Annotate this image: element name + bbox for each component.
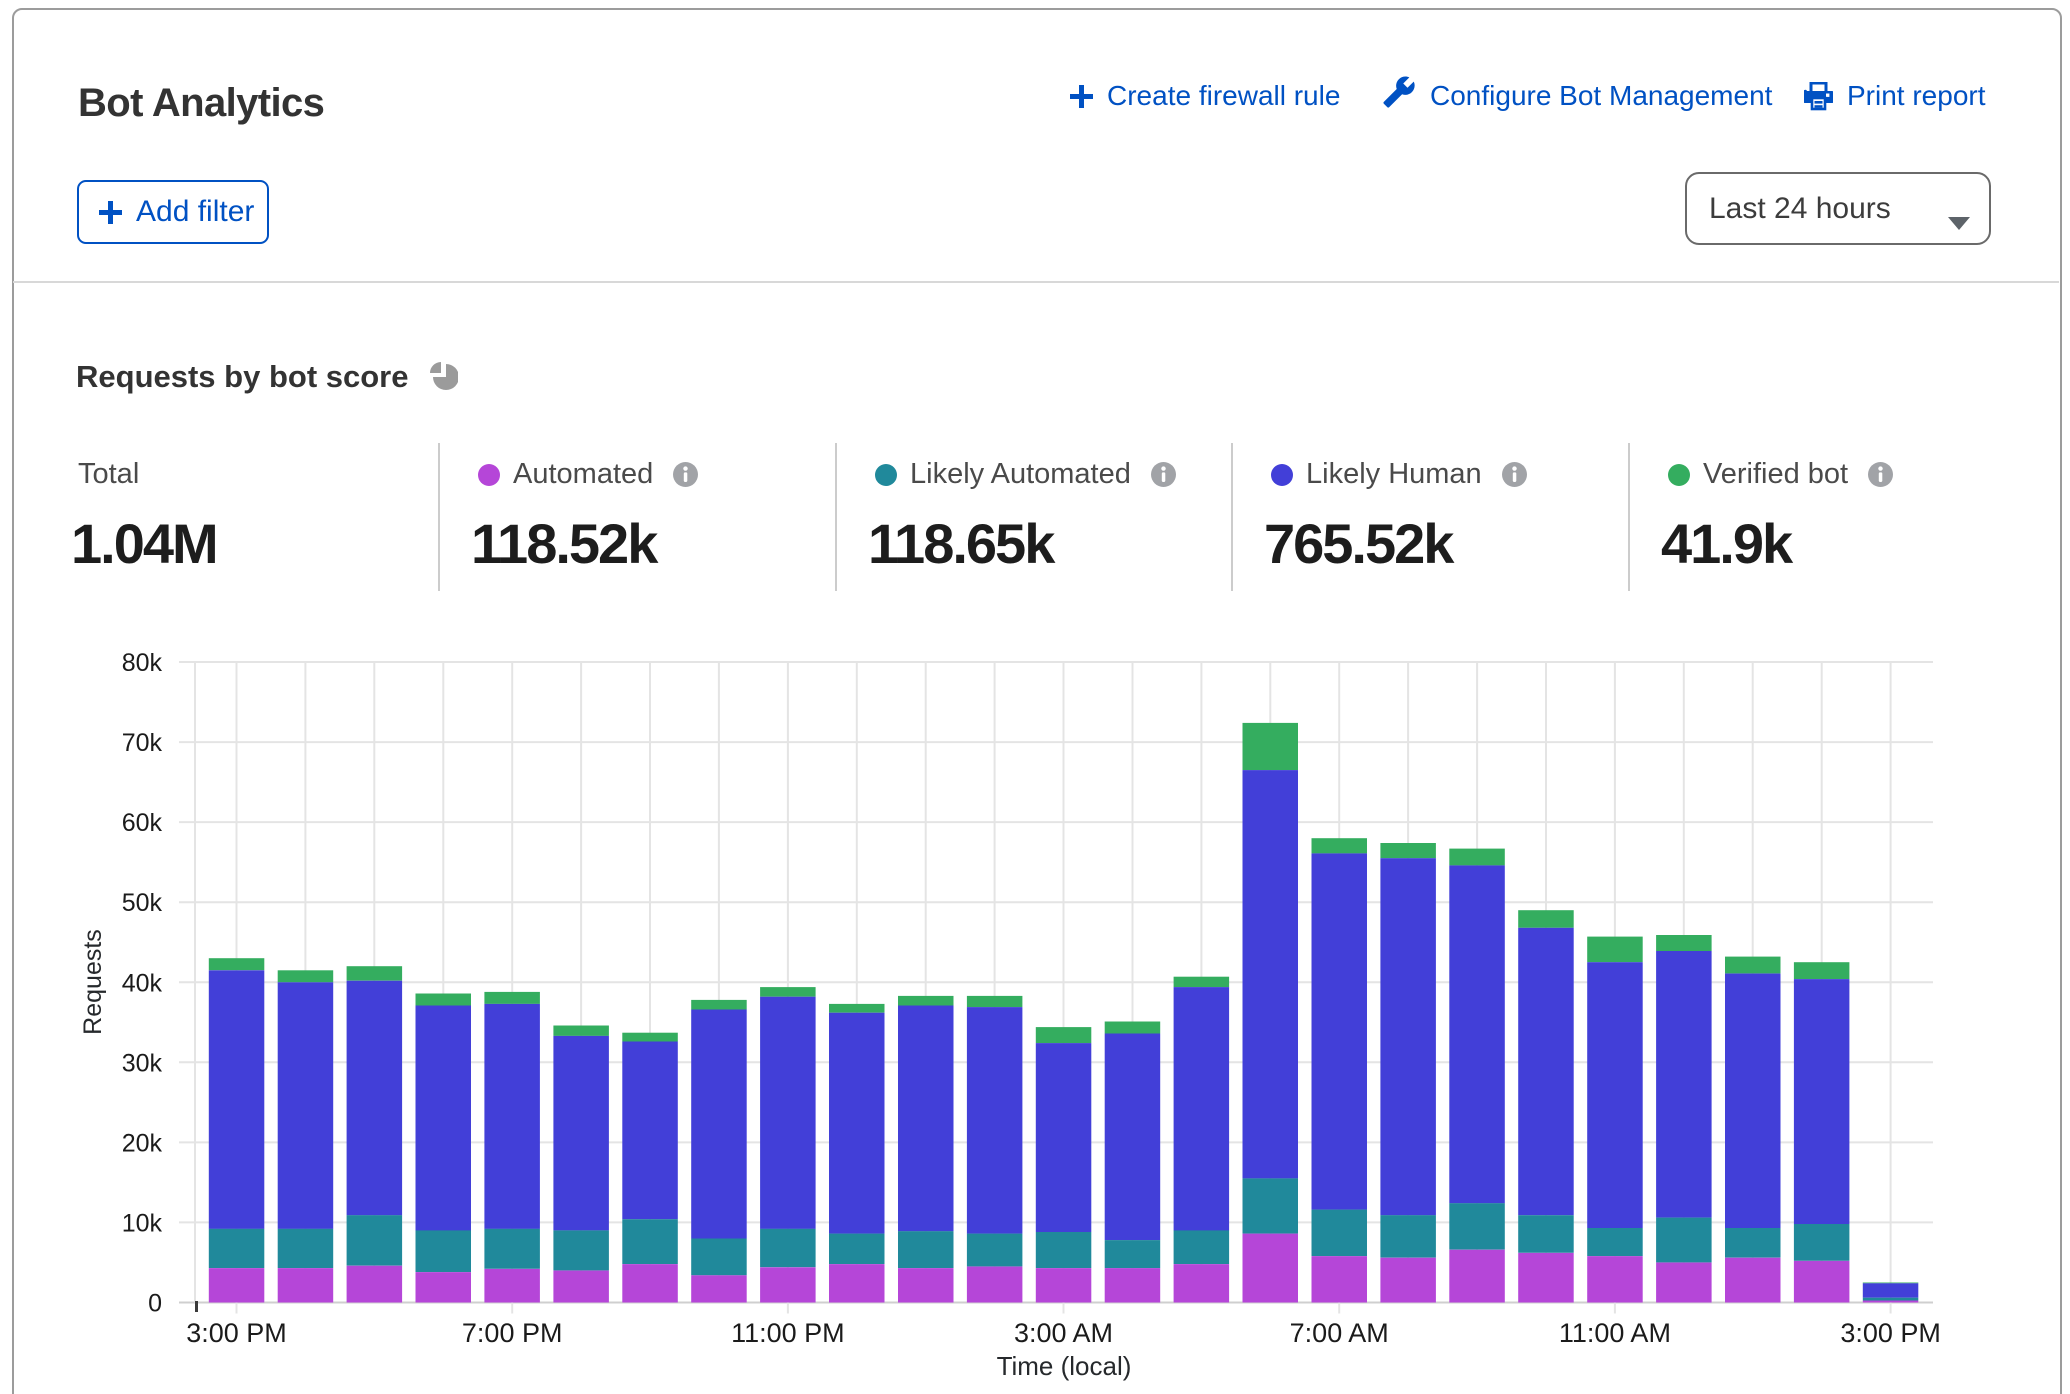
svg-text:7:00 AM: 7:00 AM — [1290, 1318, 1389, 1348]
svg-text:3:00 PM: 3:00 PM — [1840, 1318, 1941, 1348]
svg-text:70k: 70k — [122, 729, 163, 757]
svg-text:20k: 20k — [122, 1129, 163, 1157]
svg-text:0: 0 — [148, 1290, 162, 1318]
svg-text:7:00 PM: 7:00 PM — [462, 1318, 563, 1348]
svg-text:Requests: Requests — [79, 929, 107, 1035]
svg-text:10k: 10k — [122, 1209, 163, 1237]
svg-text:80k: 80k — [122, 649, 163, 677]
svg-text:50k: 50k — [122, 889, 163, 917]
svg-text:11:00 PM: 11:00 PM — [731, 1318, 845, 1348]
svg-text:3:00 PM: 3:00 PM — [186, 1318, 287, 1348]
svg-text:40k: 40k — [122, 969, 163, 997]
svg-text:Time (local): Time (local) — [997, 1351, 1132, 1381]
svg-text:11:00 AM: 11:00 AM — [1559, 1318, 1671, 1348]
svg-text:30k: 30k — [122, 1049, 163, 1077]
svg-text:60k: 60k — [122, 809, 163, 837]
svg-text:3:00 AM: 3:00 AM — [1014, 1318, 1113, 1348]
